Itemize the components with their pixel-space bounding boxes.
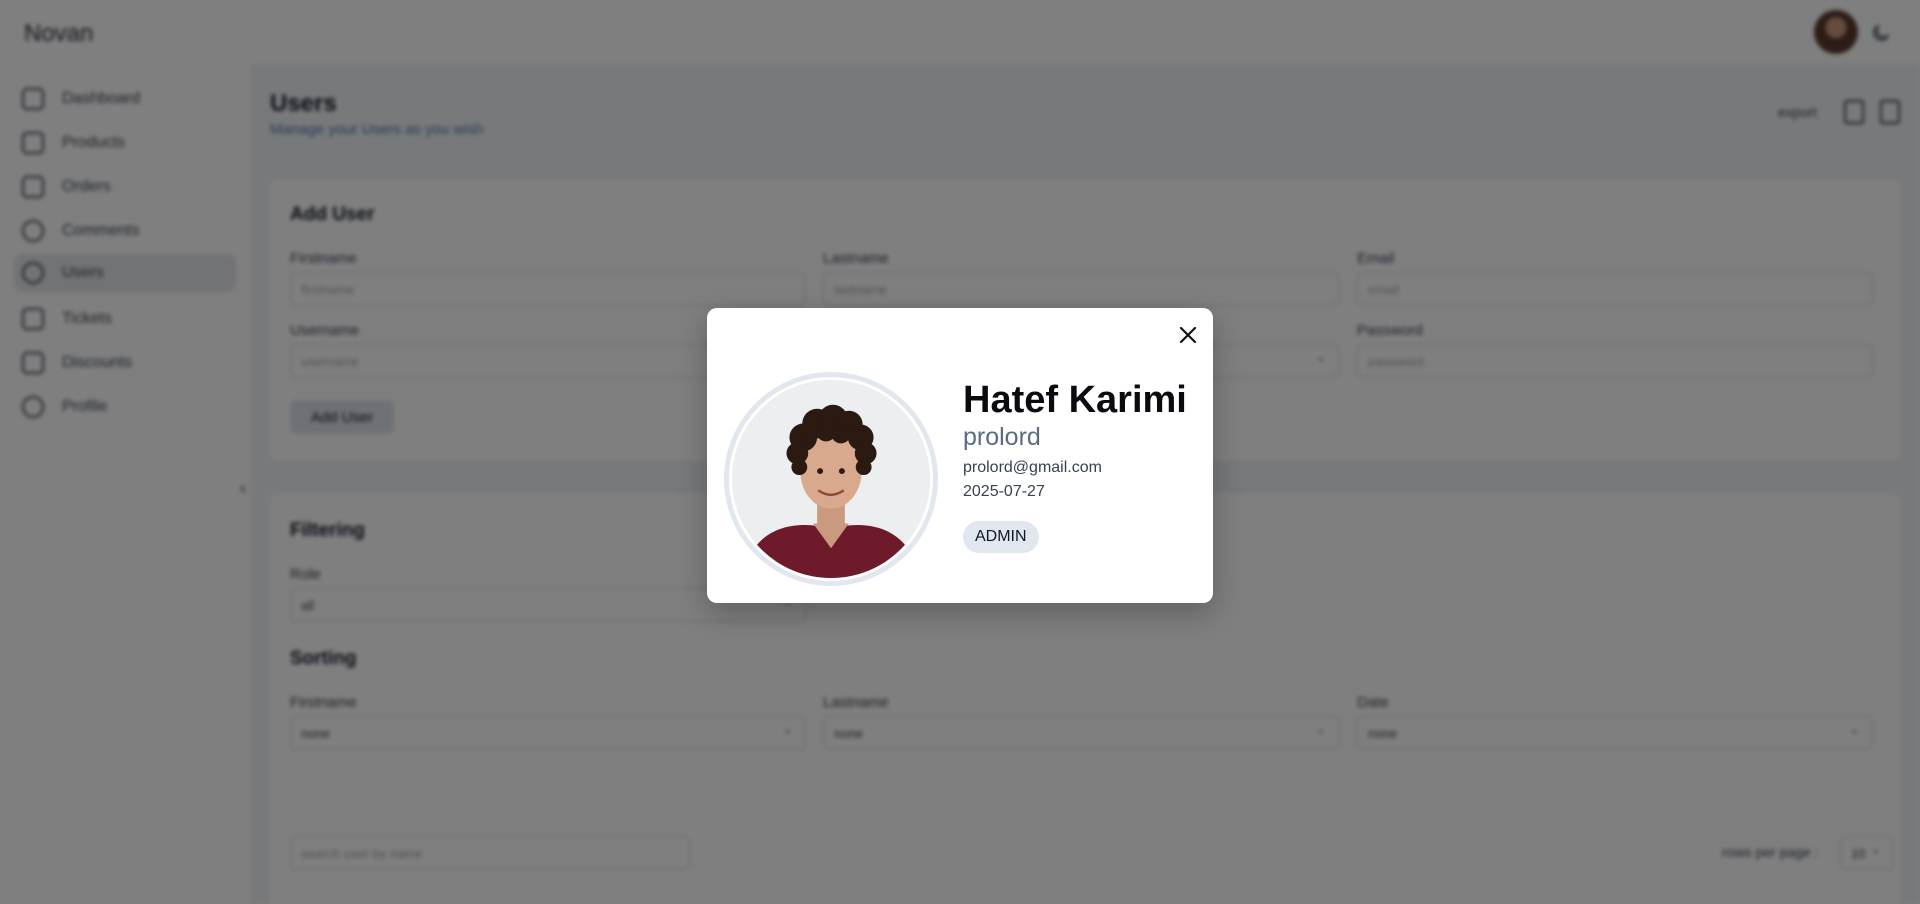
- user-info: Hatef Karimi prolord prolord@gmail.com 2…: [963, 378, 1187, 553]
- user-detail-modal: Hatef Karimi prolord prolord@gmail.com 2…: [707, 308, 1213, 603]
- user-email: prolord@gmail.com: [963, 459, 1102, 476]
- user-photo: [732, 380, 930, 578]
- user-avatar-large: [724, 372, 938, 586]
- user-created-date: 2025-07-27: [963, 483, 1045, 500]
- user-username: prolord: [963, 423, 1041, 451]
- user-full-name: Hatef Karimi: [963, 379, 1187, 421]
- close-button[interactable]: [1175, 322, 1201, 348]
- close-icon: [1179, 326, 1197, 344]
- user-portrait-icon: [732, 380, 930, 578]
- role-badge: ADMIN: [963, 521, 1039, 553]
